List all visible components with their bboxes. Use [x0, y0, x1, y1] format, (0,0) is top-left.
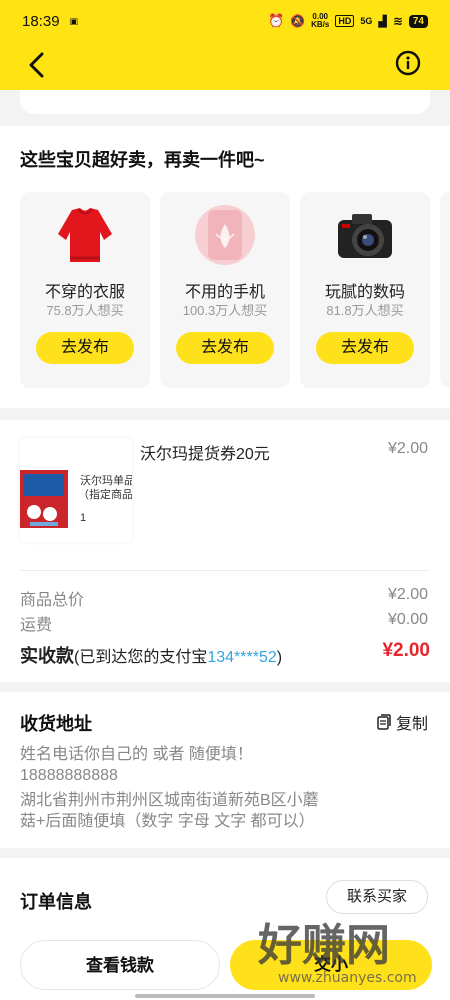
received-note-suffix: ): [276, 649, 283, 666]
thumb-qty: 1: [80, 512, 87, 524]
info-circle-icon[interactable]: [395, 50, 421, 76]
copy-label: 复制: [395, 716, 428, 733]
address-phone: 18888888888: [20, 767, 118, 784]
shipping-value: ¥0.00: [387, 611, 428, 628]
signal-bars-icon: ▟: [378, 15, 387, 28]
address-line-2: 菇+后面随便填（数字 字母 文字 都可以）: [20, 813, 315, 830]
address-section: 收货地址 复制 姓名电话你自己的 或者 随便填！ 18888888888 湖北省…: [0, 692, 450, 848]
address-line-1: 湖北省荆州市荆州区城南街道新苑B区小蘑: [20, 792, 319, 809]
watermark-logo: 好赚网 www.zhuanyes.com: [258, 920, 417, 986]
publish-button[interactable]: 去发布: [36, 332, 134, 364]
alarm-icon: ⏰: [267, 13, 285, 28]
sell-item-want: 81.8万人想买: [326, 303, 404, 318]
sell-item-name: 不用的手机: [184, 284, 265, 301]
home-indicator: [135, 994, 315, 998]
status-bar: 18:39 ▣ ⏰ 🔕 0.00 KB/s HD 5G ▟ ≋ 74: [0, 0, 450, 42]
sell-item-want: 75.8万人想买: [46, 303, 124, 318]
red-sweater-image: [58, 208, 112, 262]
sell-card-clothes[interactable]: 不穿的衣服 75.8万人想买 去发布: [20, 192, 150, 388]
view-money-button[interactable]: 查看钱款: [20, 940, 220, 990]
watermark-cn: 好赚网: [258, 920, 390, 971]
wifi-icon: ≋: [392, 14, 403, 28]
contact-buyer-button[interactable]: 联系买家: [326, 880, 428, 914]
signal-label: 5G: [360, 16, 373, 26]
mute-icon: 🔕: [290, 14, 306, 28]
sell-again-section: 这些宝贝超好卖，再卖一件吧~ 不穿的衣服 75.8万人想买 去发布 不用的手机 …: [0, 126, 450, 408]
sell-card-partial: [440, 192, 450, 388]
order-section: 沃尔玛单品 （指定商品 1 沃尔玛提货券20元 ¥2.00 商品总价 ¥2.00…: [0, 420, 450, 682]
publish-button[interactable]: 去发布: [316, 332, 414, 364]
product-thumbnail[interactable]: 沃尔玛单品 （指定商品 1: [20, 438, 132, 542]
chevron-left-icon[interactable]: [24, 50, 52, 80]
copy-button[interactable]: 复制: [376, 710, 428, 734]
sell-card-digital[interactable]: 玩腻的数码 81.8万人想买 去发布: [300, 192, 430, 388]
order-info-title: 订单信息: [20, 892, 92, 912]
hd-badge: HD: [335, 15, 355, 27]
net-speed: 0.00 KB/s: [311, 12, 330, 29]
camera-image: [338, 214, 392, 258]
pink-phone-image: [195, 205, 255, 265]
sell-again-title: 这些宝贝超好卖，再卖一件吧~: [20, 150, 265, 170]
sell-item-name: 不穿的衣服: [44, 284, 125, 301]
received-account: 134****52: [207, 649, 277, 666]
total-label: 商品总价: [20, 592, 85, 609]
product-title[interactable]: 沃尔玛提货券20元: [140, 440, 270, 464]
notification-icon: ▣: [69, 15, 79, 26]
battery-icon: 74: [408, 14, 428, 28]
received-note-prefix: (已到达您的支付宝: [74, 649, 208, 666]
received-amount: ¥2.00: [382, 640, 430, 661]
address-name-line: 姓名电话你自己的 或者 随便填！: [20, 746, 253, 763]
watermark-url: www.zhuanyes.com: [278, 970, 417, 986]
received-label: 实收款: [20, 646, 74, 666]
publish-button[interactable]: 去发布: [176, 332, 274, 364]
sell-item-want: 100.3万人想买: [182, 303, 268, 318]
address-title: 收货地址: [20, 714, 92, 734]
status-time: 18:39: [22, 12, 60, 30]
shipping-label: 运费: [20, 617, 53, 634]
total-value: ¥2.00: [387, 586, 428, 603]
sell-card-phone[interactable]: 不用的手机 100.3万人想买 去发布: [160, 192, 290, 388]
product-price: ¥2.00: [387, 440, 428, 457]
previous-card-edge: [20, 90, 430, 114]
divider: [20, 570, 430, 571]
copy-icon: [377, 714, 391, 730]
thumb-text-line2: （指定商品: [78, 489, 132, 501]
sell-item-name: 玩腻的数码: [324, 284, 405, 301]
nav-bar: [0, 42, 450, 90]
received-row: 实收款(已到达您的支付宝134****52): [20, 642, 282, 668]
